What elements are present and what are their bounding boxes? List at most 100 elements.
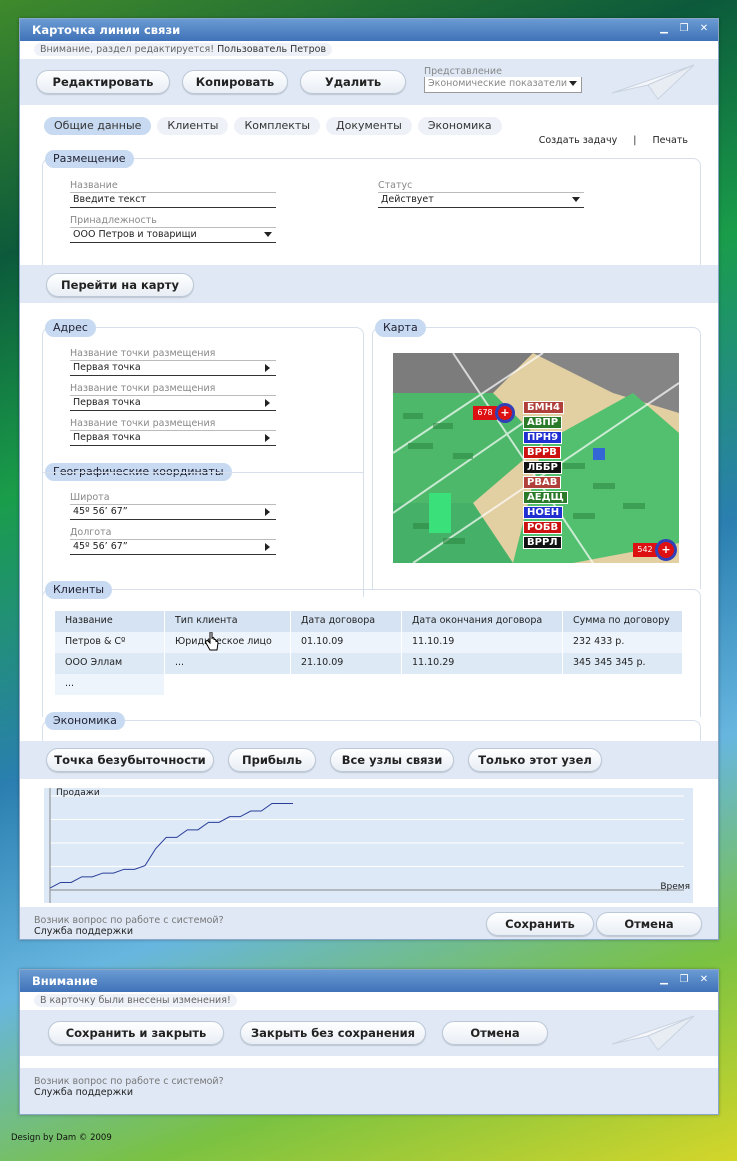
- cancel-button[interactable]: Отмена: [596, 912, 702, 936]
- design-credit: Design by Dam © 2009: [11, 1133, 112, 1143]
- point-label: Название точки размещения: [70, 418, 216, 429]
- table-header: Название Тип клиента Дата договора Дата …: [55, 611, 683, 632]
- profit-button[interactable]: Прибыль: [228, 748, 316, 772]
- point-value: Первая точка: [73, 362, 141, 373]
- main-titlebar[interactable]: Карточка линии связи ▁ ❐ ✕: [20, 19, 718, 41]
- sales-chart-svg: [49, 788, 684, 903]
- map-tag[interactable]: ЛББР: [523, 461, 562, 474]
- delete-button[interactable]: Удалить: [300, 70, 406, 94]
- tab-general[interactable]: Общие данные: [44, 117, 152, 135]
- create-task-link[interactable]: Создать задачу: [539, 135, 618, 146]
- cell: 21.10.09: [291, 653, 402, 674]
- lat-select[interactable]: 45º 56’ 67”: [70, 504, 276, 520]
- dialog-cancel-button[interactable]: Отмена: [442, 1021, 548, 1045]
- representation-field: Представление Экономические показатели: [424, 66, 582, 93]
- save-close-button[interactable]: Сохранить и закрыть: [48, 1021, 224, 1045]
- point-label: Название точки размещения: [70, 348, 216, 359]
- dialog-toolbar: Сохранить и закрыть Закрыть без сохранен…: [20, 1010, 718, 1056]
- minimize-icon[interactable]: ▁: [658, 23, 670, 34]
- column-header[interactable]: Сумма по договору: [563, 611, 683, 632]
- cell: 01.10.09: [291, 632, 402, 653]
- changes-warning: В карточку были внесены изменения!: [34, 994, 237, 1007]
- column-header[interactable]: Дата окончания договора: [402, 611, 563, 632]
- point-select[interactable]: Первая точка: [70, 360, 276, 376]
- map-tag[interactable]: АВПР: [523, 416, 563, 429]
- status-field: Статус Действует: [378, 180, 584, 208]
- dialog-titlebar[interactable]: Внимание ▁ ❐ ✕: [20, 970, 718, 992]
- chevron-down-icon: [569, 80, 577, 86]
- paper-plane-icon: [611, 64, 695, 100]
- map-legend: Карта: [375, 319, 426, 337]
- map-marker-icon[interactable]: +: [655, 539, 677, 561]
- goto-map-button[interactable]: Перейти на карту: [46, 273, 194, 297]
- point-value: Первая точка: [73, 432, 141, 443]
- copy-button[interactable]: Копировать: [182, 70, 288, 94]
- column-header[interactable]: Название: [55, 611, 165, 632]
- chevron-down-icon: [264, 232, 272, 237]
- representation-select[interactable]: Экономические показатели: [424, 76, 582, 93]
- map-button-band: Перейти на карту: [20, 265, 718, 303]
- dialog-title: Внимание: [32, 974, 98, 988]
- tab-economics[interactable]: Экономика: [417, 117, 502, 135]
- chevron-right-icon: [265, 543, 270, 551]
- close-nosave-button[interactable]: Закрыть без сохранения: [240, 1021, 426, 1045]
- chevron-right-icon: [265, 508, 270, 516]
- column-header[interactable]: Дата договора: [291, 611, 402, 632]
- name-input[interactable]: Введите текст: [70, 192, 276, 208]
- breakeven-button[interactable]: Точка безубыточности: [46, 748, 214, 772]
- clients-legend: Клиенты: [45, 581, 113, 599]
- name-field: Название Введите текст: [70, 180, 276, 208]
- status-select[interactable]: Действует: [378, 192, 584, 208]
- map-view[interactable]: 678 + 542 + БМН4 АВПР ПРН9 ВРРВ ЛББР РВАВ АЕДЩ…: [393, 353, 679, 563]
- map-marker-icon[interactable]: +: [495, 403, 515, 423]
- hand-cursor-icon: [205, 632, 219, 651]
- point-select[interactable]: Первая точка: [70, 430, 276, 446]
- warning-dialog: Внимание ▁ ❐ ✕ В карточку были внесены и…: [19, 969, 719, 1115]
- map-tag[interactable]: РВАВ: [523, 476, 562, 489]
- tab-clients[interactable]: Клиенты: [157, 117, 229, 135]
- chevron-right-icon: [265, 399, 270, 407]
- save-button[interactable]: Сохранить: [486, 912, 594, 936]
- map-tag[interactable]: ВРРВ: [523, 446, 561, 459]
- table-row[interactable]: ...: [55, 674, 683, 695]
- main-toolbar: Редактировать Копировать Удалить Предста…: [20, 59, 718, 105]
- map-tag[interactable]: АЕДЩ: [523, 491, 568, 504]
- link-separator: |: [633, 135, 637, 146]
- close-icon[interactable]: ✕: [698, 23, 710, 34]
- support-link[interactable]: Служба поддержки: [34, 1087, 704, 1098]
- belong-value: ООО Петров и товарищи: [73, 229, 197, 240]
- marker-label-1: 678: [473, 406, 497, 420]
- map-tag[interactable]: БМН4: [523, 401, 564, 414]
- paper-plane-icon: [611, 1015, 695, 1051]
- maximize-icon[interactable]: ❐: [678, 974, 690, 985]
- table-row[interactable]: ООО Эллам ... 21.10.09 11.10.29 345 345 …: [55, 653, 683, 674]
- table-row[interactable]: Петров & Сº Юридическое лицо 01.10.09 11…: [55, 632, 683, 653]
- representation-value: Экономические показатели: [428, 77, 568, 89]
- chevron-right-icon: [265, 364, 270, 372]
- address-section: Адрес Название точки размещения Первая т…: [42, 319, 364, 597]
- map-tag[interactable]: ПРН9: [523, 431, 563, 444]
- this-node-button[interactable]: Только этот узел: [468, 748, 602, 772]
- column-header[interactable]: Тип клиента: [165, 611, 291, 632]
- map-tag[interactable]: ВРРЛ: [523, 536, 562, 549]
- print-link[interactable]: Печать: [652, 135, 688, 146]
- main-tabs: Общие данные Клиенты Комплекты Документы…: [44, 117, 502, 135]
- map-tag[interactable]: НОЕН: [523, 506, 564, 519]
- tab-documents[interactable]: Документы: [326, 117, 412, 135]
- map-tag[interactable]: РОБВ: [523, 521, 563, 534]
- close-icon[interactable]: ✕: [698, 974, 710, 985]
- belong-select[interactable]: ООО Петров и товарищи: [70, 227, 276, 243]
- edit-notice: Внимание, раздел редактируется! Пользова…: [20, 41, 718, 59]
- all-nodes-button[interactable]: Все узлы связи: [330, 748, 454, 772]
- minimize-icon[interactable]: ▁: [658, 974, 670, 985]
- tab-kits[interactable]: Комплекты: [234, 117, 321, 135]
- maximize-icon[interactable]: ❐: [678, 23, 690, 34]
- point-select[interactable]: Первая точка: [70, 395, 276, 411]
- edit-button[interactable]: Редактировать: [36, 70, 170, 94]
- placement-legend: Размещение: [45, 150, 134, 168]
- cell-more: ...: [55, 674, 165, 695]
- lon-select[interactable]: 45º 56’ 67”: [70, 539, 276, 555]
- lon-value: 45º 56’ 67”: [73, 541, 128, 552]
- main-footer: Возник вопрос по работе с системой? Служ…: [20, 907, 718, 939]
- sales-series-line: [49, 803, 294, 889]
